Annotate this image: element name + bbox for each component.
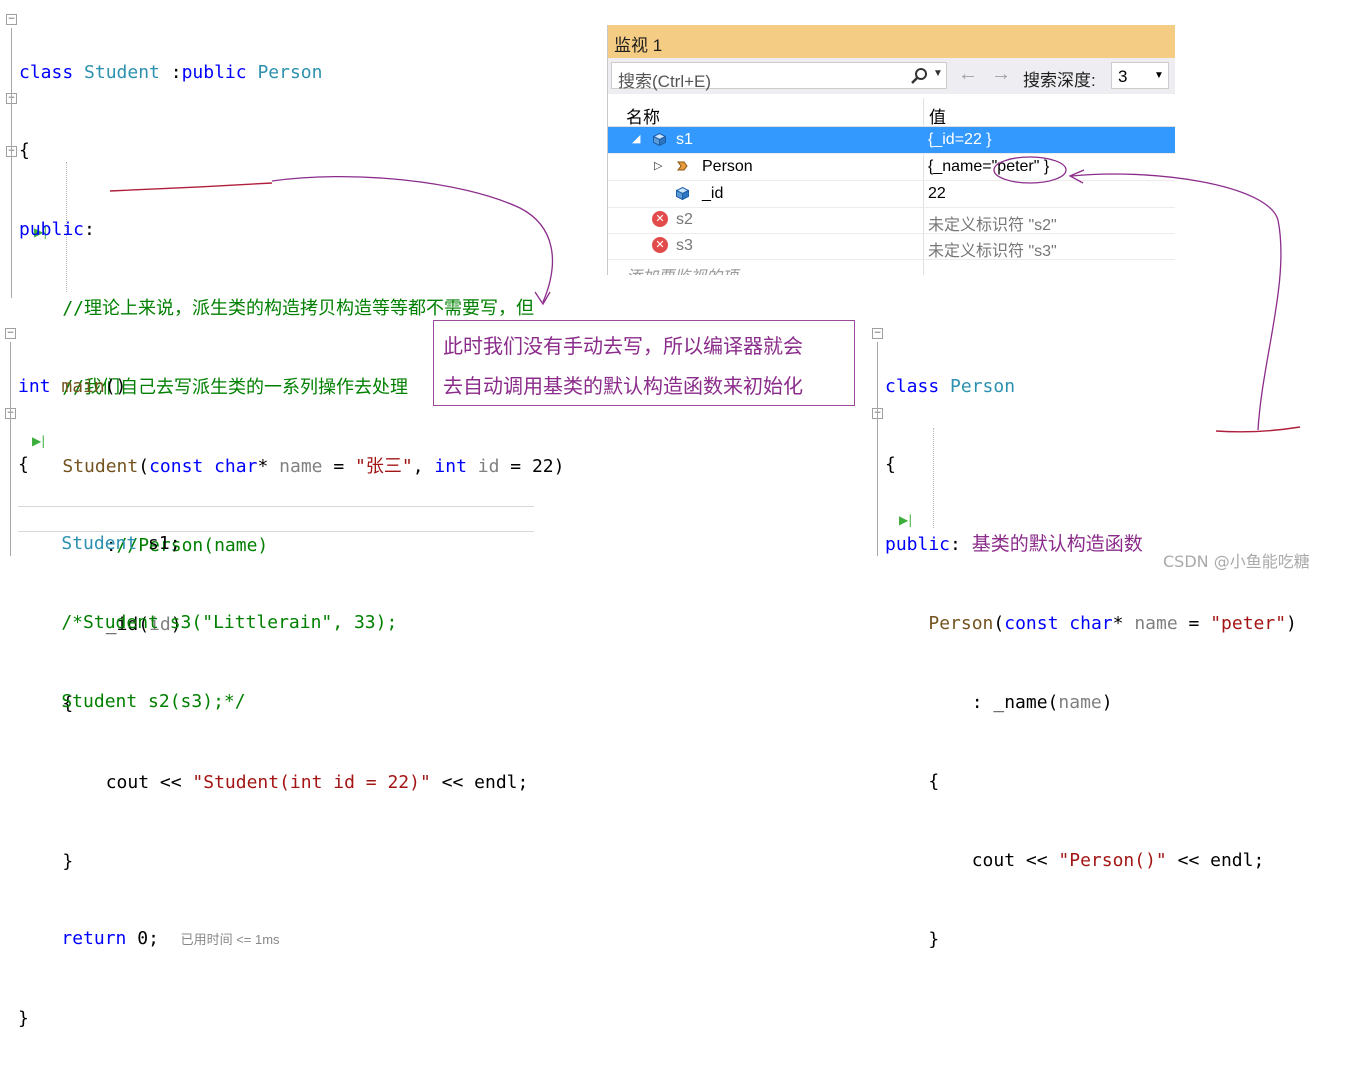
code-line: : _name(name) xyxy=(885,692,1113,714)
code-line: } xyxy=(18,1007,29,1029)
code-line: cout << "Person()" << endl; xyxy=(885,849,1265,871)
code-line: } xyxy=(885,928,940,950)
code-line: Person(const char* name = "peter") xyxy=(928,613,1297,635)
perf-tip: 已用时间 <= 1ms xyxy=(180,931,280,947)
red-underlines xyxy=(109,182,1301,433)
watermark: CSDN @小鱼能吃糖 xyxy=(1163,552,1310,571)
code-line: { xyxy=(885,771,940,793)
code-line: /*Student s3("Littlerain", 33); xyxy=(18,612,398,634)
code-line: Student s2(s3);*/ xyxy=(18,691,246,713)
code-line: return 0; 已用时间 <= 1ms xyxy=(61,927,280,949)
purple-arrows xyxy=(271,156,1282,431)
handwritten-annotations xyxy=(109,156,1301,433)
